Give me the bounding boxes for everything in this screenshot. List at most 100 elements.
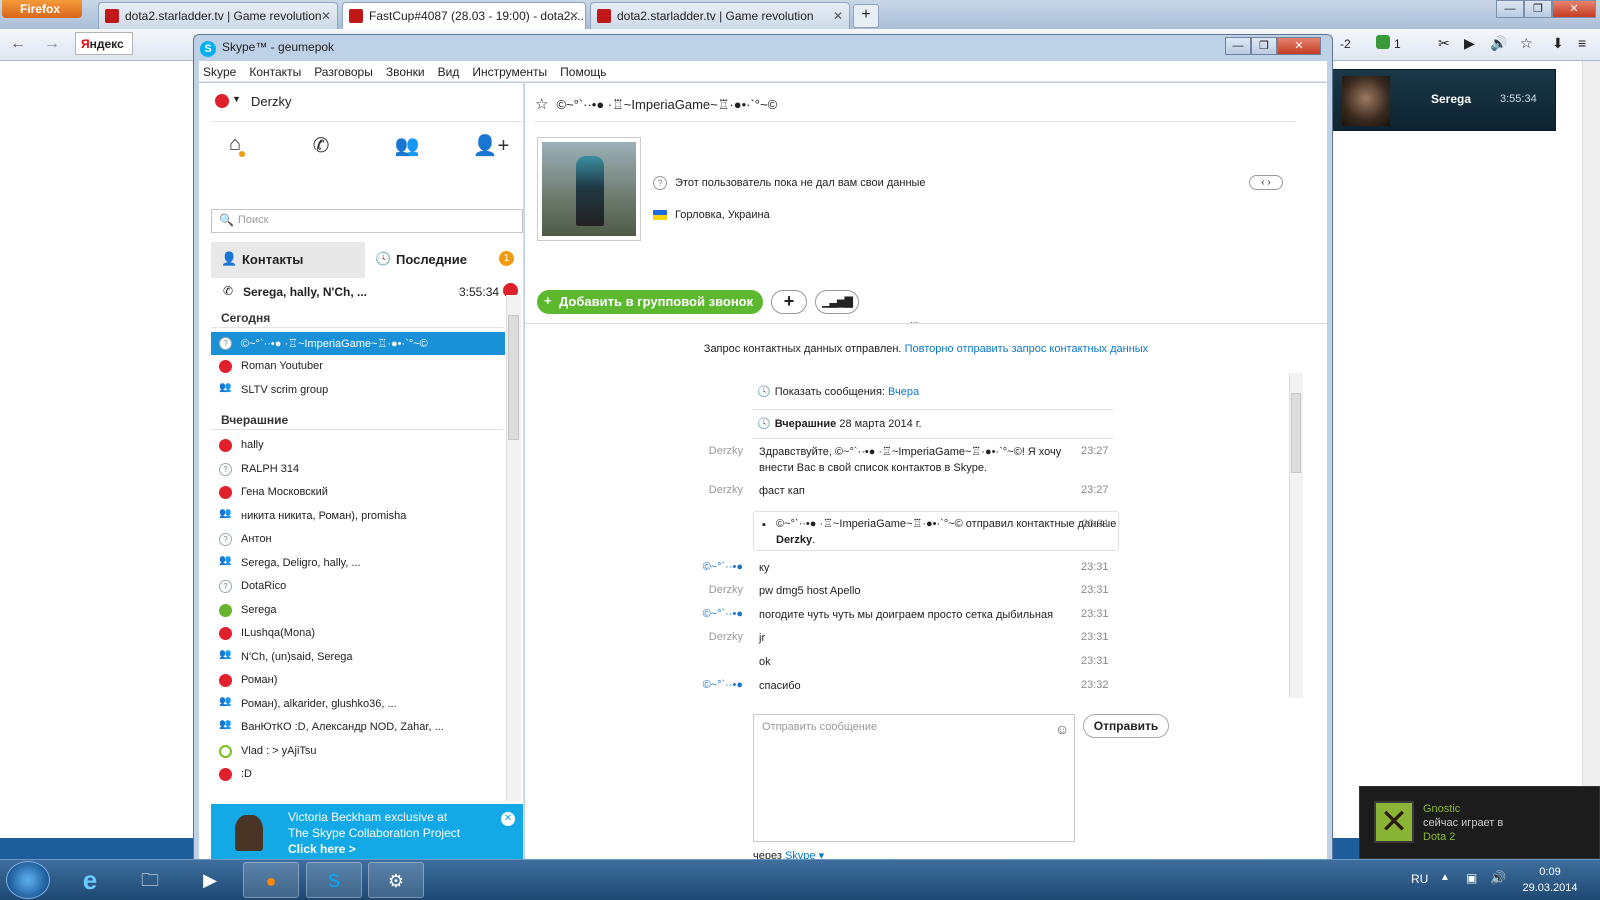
download-icon[interactable]: ⬇ xyxy=(1552,35,1564,52)
profile-nav-arrows[interactable]: ‹ › xyxy=(1249,175,1283,190)
group-icon[interactable]: 👥 xyxy=(387,133,427,163)
contact-name: никита никита, Роман), promisha xyxy=(241,510,407,522)
minimize-button[interactable]: — xyxy=(1496,0,1524,18)
forward-arrow-icon[interactable]: → xyxy=(44,35,60,53)
steam-icon[interactable]: ⚙ xyxy=(368,862,424,898)
more-plus-button[interactable]: + xyxy=(771,290,807,314)
ie-icon[interactable]: e xyxy=(62,862,118,898)
firefox-icon[interactable]: ● xyxy=(243,862,299,898)
browser-tab-2[interactable]: FastCup#4087 (28.03 - 19:00) - dota2....… xyxy=(342,2,586,29)
favorite-star-icon[interactable]: ☆ xyxy=(535,96,548,113)
bookmark-star-icon[interactable]: ☆ xyxy=(1520,35,1533,52)
toolbar-counter-2[interactable]: 1 xyxy=(1394,37,1401,51)
list-item[interactable]: 👥 Роман), alkarider, glushko36, ... xyxy=(211,693,505,716)
back-arrow-icon[interactable]: ← xyxy=(10,35,26,53)
message-input[interactable]: Отправить сообщение xyxy=(753,714,1075,842)
close-icon[interactable]: ✕ xyxy=(833,9,843,23)
phone-icon[interactable]: ✆ xyxy=(301,133,341,163)
browser-tab-3[interactable]: dota2.starladder.tv | Game revolution ✕ xyxy=(590,2,850,29)
show-messages-link[interactable]: Вчера xyxy=(888,386,919,398)
close-button[interactable]: ✕ xyxy=(1552,0,1596,18)
list-item[interactable]: :D xyxy=(211,763,505,786)
maximize-button[interactable]: ❐ xyxy=(1524,0,1552,18)
firefox-menu-button[interactable]: Firefox xyxy=(2,0,82,18)
menu-conversations[interactable]: Разговоры xyxy=(314,65,373,79)
busy-status-icon xyxy=(219,360,232,373)
status-busy-icon[interactable] xyxy=(215,94,229,108)
resend-request-link[interactable]: Повторно отправить запрос контактных дан… xyxy=(905,343,1149,355)
menu-skype[interactable]: Skype xyxy=(203,65,236,79)
list-item[interactable]: hally xyxy=(211,434,505,457)
list-item[interactable]: ? RALPH 314 xyxy=(211,458,505,481)
menu-contacts[interactable]: Контакты xyxy=(249,65,301,79)
contact-name: ©~°`··•● ·♖~ImperiaGame~♖·●•·`°~© xyxy=(241,338,428,350)
list-item[interactable]: 👥 SLTV scrim group xyxy=(211,379,505,402)
home-icon[interactable]: ⌂ xyxy=(215,133,255,163)
folder-icon[interactable]: 🗀 xyxy=(122,862,178,898)
search-input[interactable]: 🔍 Поиск xyxy=(211,209,523,233)
scrollbar-thumb[interactable] xyxy=(1291,393,1301,473)
list-item[interactable]: ? ©~°`··•● ·♖~ImperiaGame~♖·●•·`°~© xyxy=(211,332,505,355)
volume-icon[interactable]: 🔊 xyxy=(1490,870,1506,886)
speaker-icon[interactable]: 🔊 xyxy=(1490,35,1507,52)
ad-cta-link[interactable]: Click here > xyxy=(288,841,523,857)
yandex-search-box[interactable]: Яндекс xyxy=(75,32,133,55)
list-item[interactable]: 👥 N'Ch, (un)said, Serega xyxy=(211,646,505,669)
menu-help[interactable]: Помощь xyxy=(560,65,606,79)
user-name[interactable]: Derzky xyxy=(251,94,291,109)
minimize-button[interactable]: — xyxy=(1225,37,1251,55)
tray-arrow-icon[interactable]: ▲ xyxy=(1440,872,1450,883)
emoticon-icon[interactable]: ☺ xyxy=(1055,721,1069,737)
contact-name: SLTV scrim group xyxy=(241,384,329,396)
divider xyxy=(211,327,503,328)
contact-name: Serega, Deligro, hally, ... xyxy=(241,557,361,569)
network-icon[interactable]: ▣ xyxy=(1466,871,1477,885)
system-clock[interactable]: 0:09 29.03.2014 xyxy=(1520,864,1580,896)
tab-contacts[interactable]: 👤 Контакты xyxy=(211,242,365,278)
tools-icon[interactable]: ✂ xyxy=(1438,35,1450,52)
page-scrollbar[interactable] xyxy=(1582,61,1600,838)
start-button[interactable] xyxy=(6,861,50,899)
list-item[interactable]: 👥 ВанЮтКО :D, Александр NOD, Zahar, ... xyxy=(211,716,505,739)
close-icon[interactable]: ✕ xyxy=(569,9,579,23)
list-item[interactable]: ? Антон xyxy=(211,528,505,551)
signal-quality-icon[interactable]: ▁▃▅▇ xyxy=(815,290,859,314)
toolbar-counter-1[interactable]: -2 xyxy=(1340,37,1351,51)
close-button[interactable]: ✕ xyxy=(1277,37,1321,55)
skype-taskbar-icon[interactable]: S xyxy=(306,862,362,898)
send-button[interactable]: Отправить xyxy=(1083,714,1169,738)
maximize-button[interactable]: ❐ xyxy=(1251,37,1277,55)
resize-handle-icon[interactable]: ... xyxy=(910,315,918,326)
play-icon[interactable]: ▶ xyxy=(1464,35,1475,52)
list-item[interactable]: Vlad : > yAjiTsu xyxy=(211,740,505,763)
language-indicator[interactable]: RU xyxy=(1411,872,1428,886)
browser-tab-1[interactable]: dota2.starladder.tv | Game revolution ✕ xyxy=(98,2,338,29)
media-player-icon[interactable]: ▶ xyxy=(182,862,238,898)
list-item[interactable]: ILushqa(Mona) xyxy=(211,622,505,645)
list-item[interactable]: 👥 никита никита, Роман), promisha xyxy=(211,505,505,528)
menu-view[interactable]: Вид xyxy=(438,65,460,79)
add-contact-icon[interactable]: 👤+ xyxy=(471,133,511,163)
active-call-row[interactable]: ✆ Serega, hally, N'Ch, ... 3:55:34 xyxy=(211,279,523,303)
list-item[interactable]: ? DotaRico xyxy=(211,575,505,598)
menu-calls[interactable]: Звонки xyxy=(386,65,425,79)
chevron-down-icon[interactable]: ▼ xyxy=(232,94,241,104)
add-to-group-call-button[interactable]: + Добавить в групповой звонок xyxy=(537,290,763,314)
close-icon[interactable]: ✕ xyxy=(321,9,331,23)
close-icon[interactable]: ✕ xyxy=(501,812,515,826)
list-item[interactable]: 👥 Serega, Deligro, hally, ... xyxy=(211,552,505,575)
list-item[interactable]: Serega xyxy=(211,599,505,622)
list-item[interactable]: Роман) xyxy=(211,669,505,692)
menu-icon[interactable]: ≡ xyxy=(1578,35,1586,51)
group-icon: 👥 xyxy=(219,649,232,660)
list-item[interactable]: Roman Youtuber xyxy=(211,355,505,378)
menu-tools[interactable]: Инструменты xyxy=(472,65,547,79)
steam-notification[interactable]: ✕ Gnostic сейчас играет в Dota 2 xyxy=(1359,786,1600,859)
addon-green-icon[interactable] xyxy=(1376,35,1390,49)
divider xyxy=(211,429,503,430)
scrollbar-thumb[interactable] xyxy=(508,315,519,440)
list-item[interactable]: Гена Московский xyxy=(211,481,505,504)
call-popup[interactable]: Serega 3:55:34 xyxy=(1332,69,1556,131)
new-tab-button[interactable]: + xyxy=(853,4,879,28)
ad-banner[interactable]: Victoria Beckham exclusive at The Skype … xyxy=(211,804,523,862)
